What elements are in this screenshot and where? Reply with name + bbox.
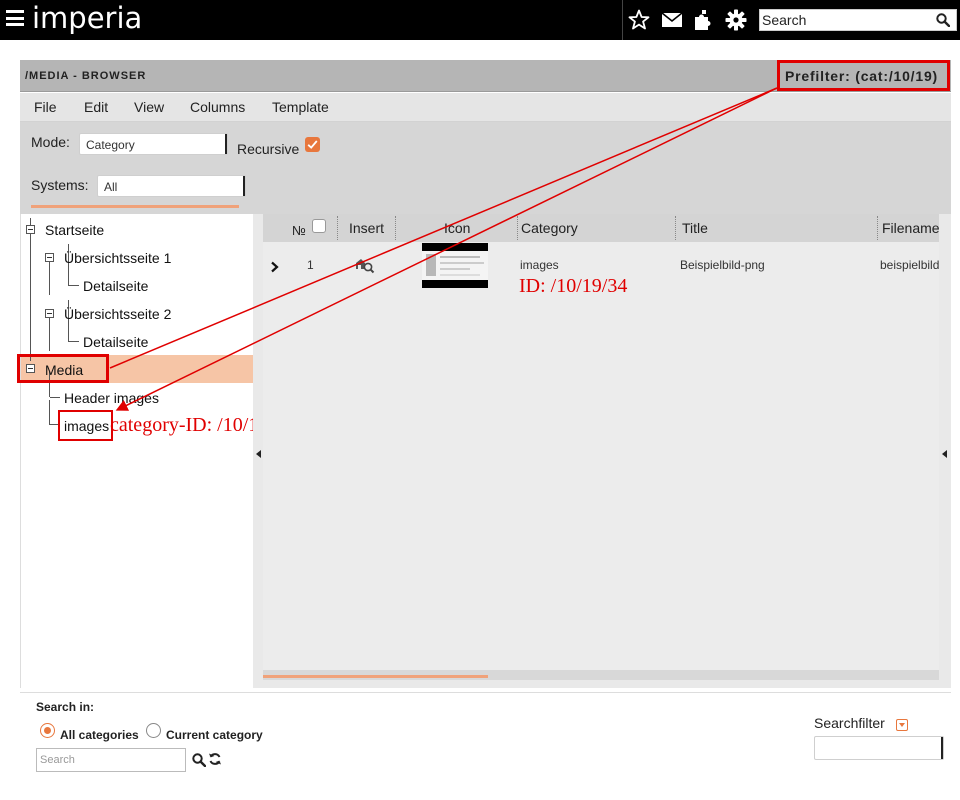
media-browser-screen: imperia Search /MEDIA - BROWSER Prefilte… <box>0 0 960 800</box>
chevron-down-icon <box>899 723 905 727</box>
search-area: Search in: All categories Current catego… <box>20 692 951 800</box>
search-in-label: Search in: <box>36 700 95 714</box>
searchfilter-label: Searchfilter <box>814 715 885 731</box>
arrow-prefilter-to-media <box>109 87 778 369</box>
searchfilter-select[interactable] <box>814 736 944 760</box>
arrow-prefilter-to-images <box>115 87 778 411</box>
radio-all-categories[interactable] <box>40 723 55 738</box>
radio-current-category-label[interactable]: Current category <box>166 728 263 742</box>
radio-all-categories-label[interactable]: All categories <box>60 728 139 742</box>
searchfilter-toggle[interactable] <box>896 719 908 731</box>
tree-search-field[interactable] <box>36 748 186 772</box>
tree-search-input[interactable] <box>37 749 185 771</box>
radio-current-category[interactable] <box>146 723 161 738</box>
annotation-arrows <box>109 87 778 411</box>
searchfilter-dropdown-icon[interactable] <box>941 737 943 759</box>
search-icon[interactable] <box>192 753 206 767</box>
refresh-icon[interactable] <box>208 752 222 766</box>
